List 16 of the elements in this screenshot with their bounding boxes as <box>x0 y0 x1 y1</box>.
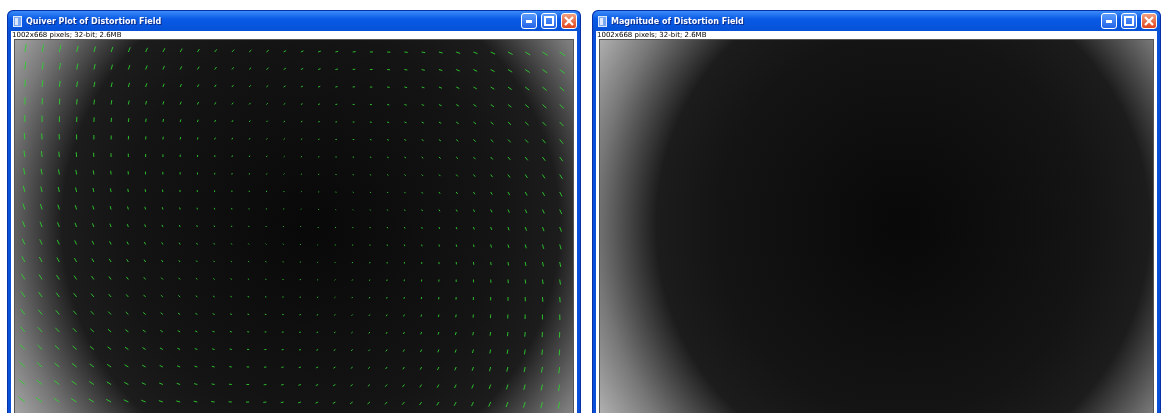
close-icon <box>1144 16 1154 26</box>
minimize-icon <box>1106 19 1112 23</box>
maximize-button[interactable] <box>1121 13 1137 29</box>
window-title: Quiver Plot of Distortion Field <box>26 16 163 26</box>
maximize-button[interactable] <box>541 13 557 29</box>
maximize-icon <box>1124 16 1134 26</box>
close-icon <box>564 16 574 26</box>
window-icon <box>598 15 607 27</box>
close-button[interactable] <box>561 13 577 29</box>
minimize-button[interactable] <box>521 13 537 29</box>
close-button[interactable] <box>1141 13 1157 29</box>
minimize-button[interactable] <box>1101 13 1117 29</box>
minimize-icon <box>526 19 532 23</box>
window-title: Magnitude of Distortion Field <box>611 16 745 26</box>
maximize-icon <box>544 16 554 26</box>
window-icon <box>13 15 22 27</box>
